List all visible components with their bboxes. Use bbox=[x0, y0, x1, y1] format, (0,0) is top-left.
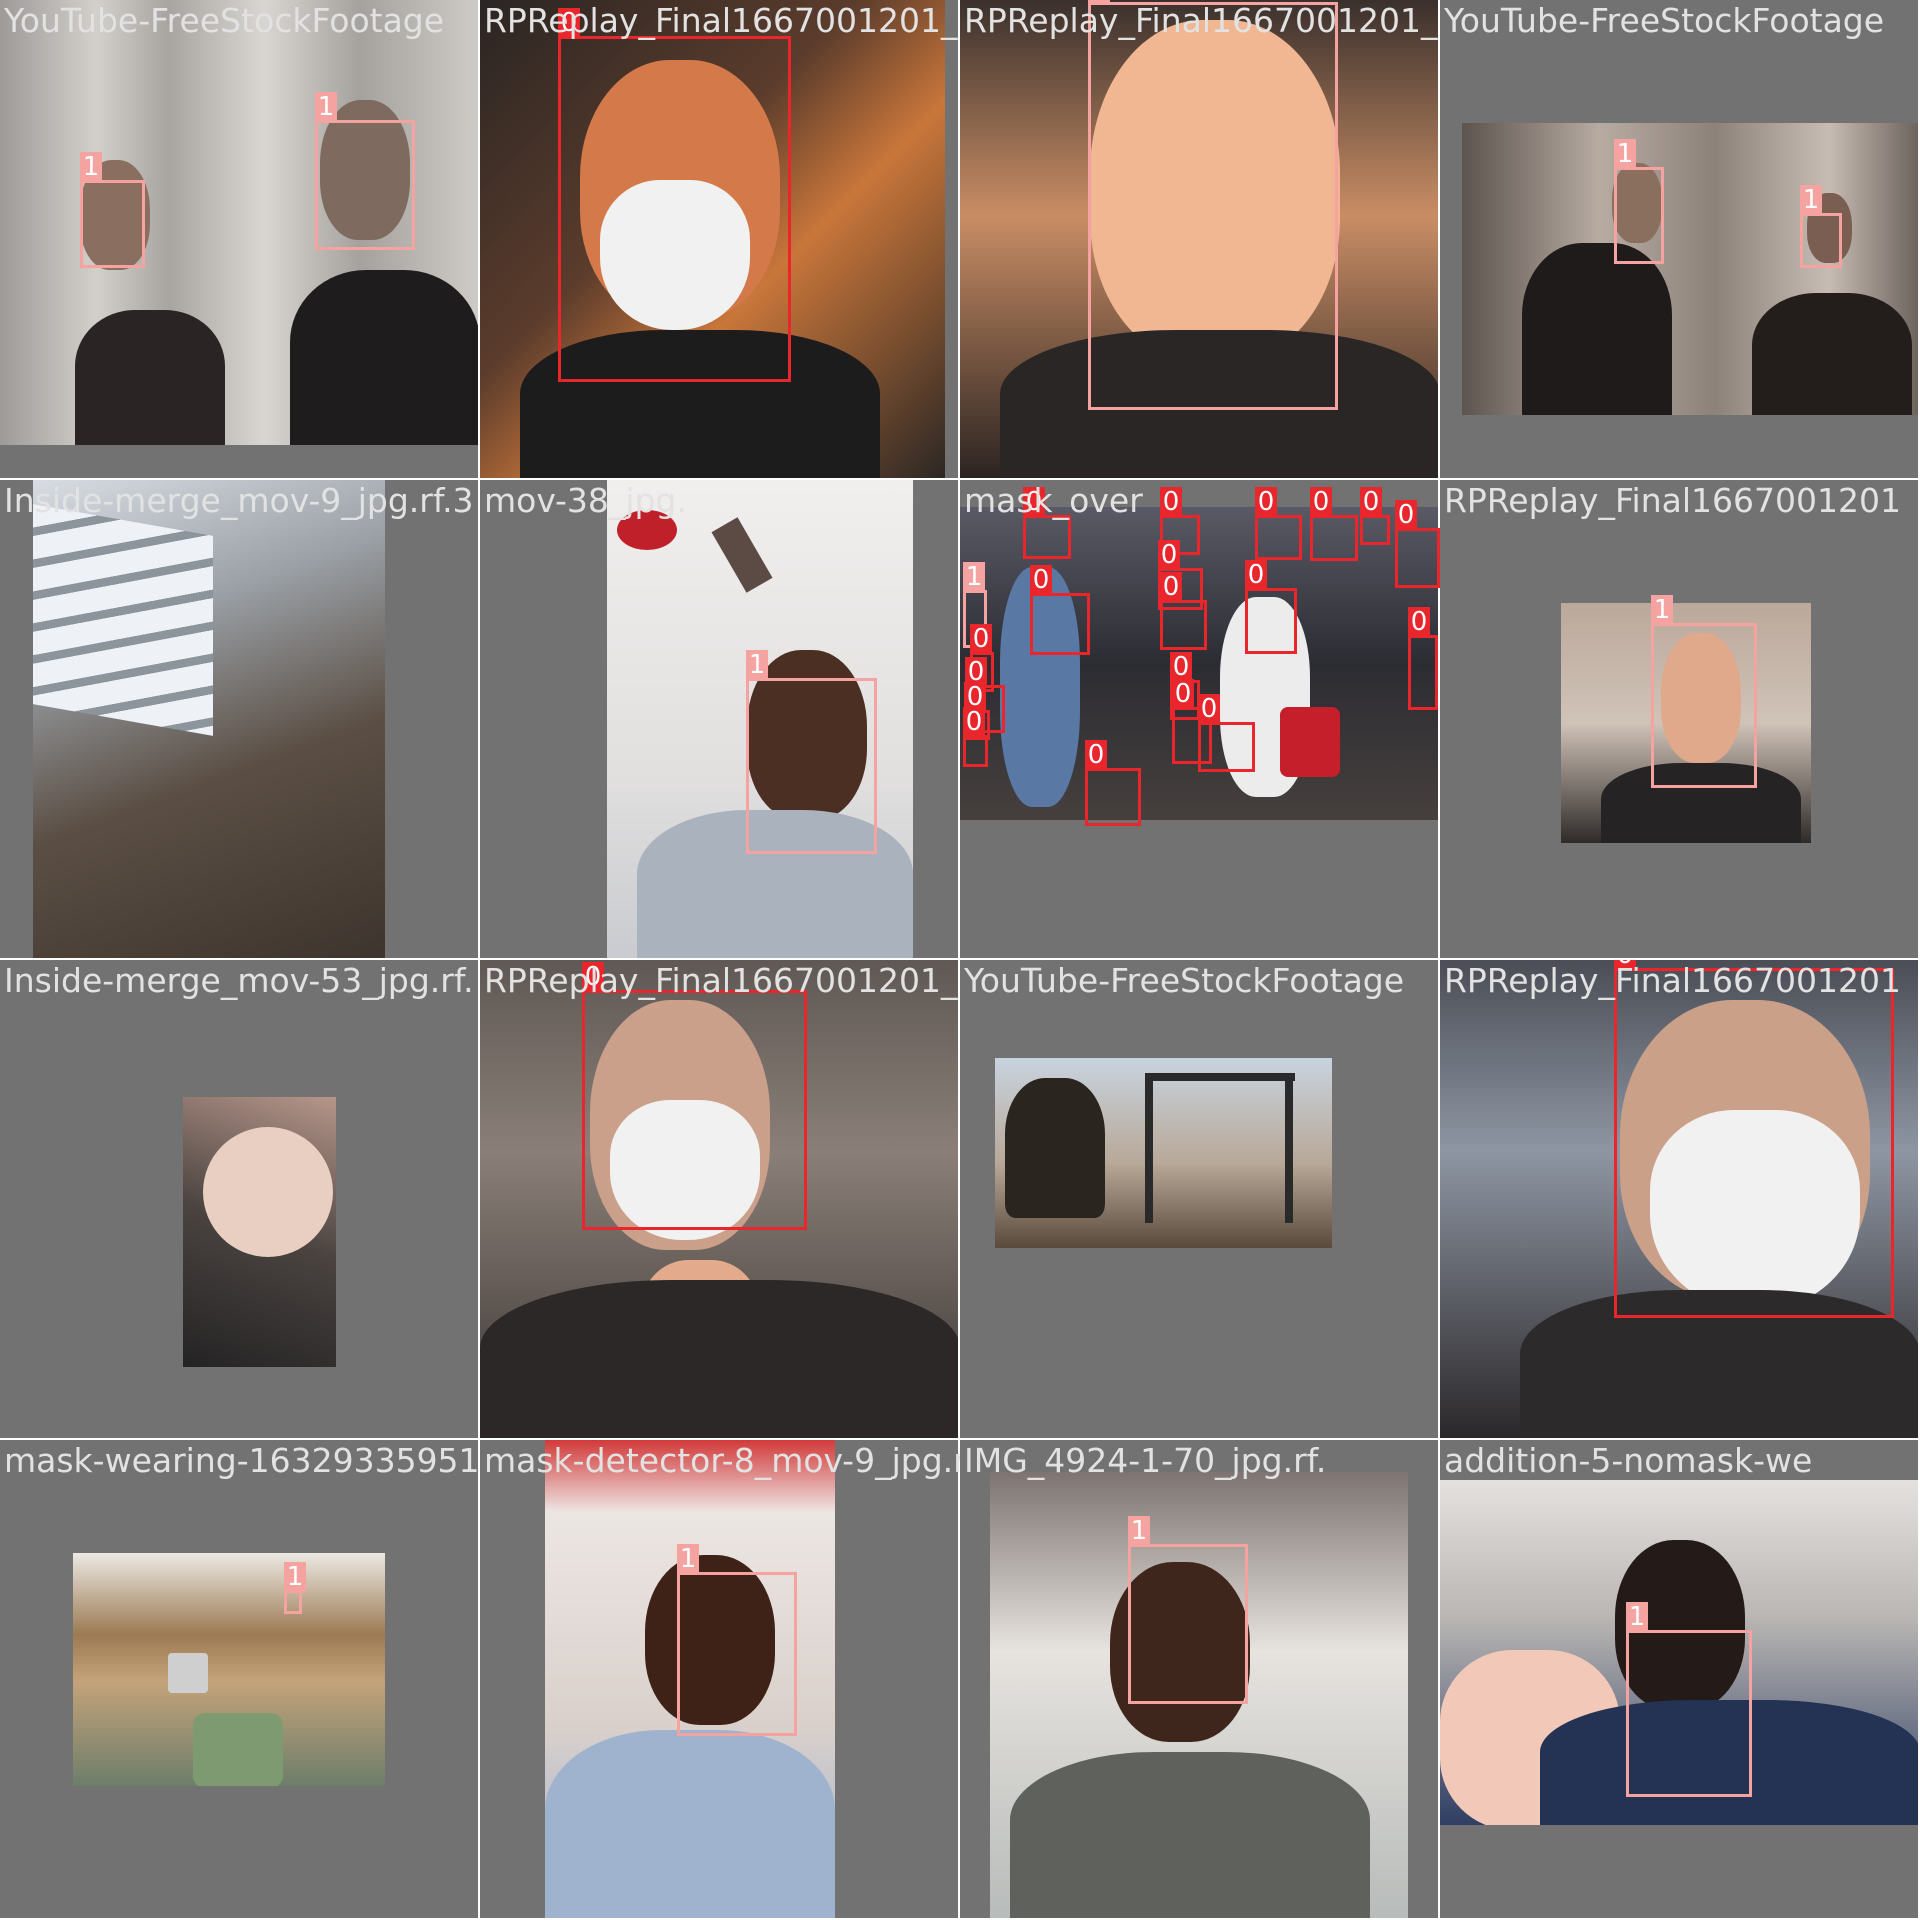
class-label: 1 bbox=[677, 1544, 699, 1574]
detection-box: 1 bbox=[1088, 0, 1338, 410]
detection-box: 0 bbox=[1310, 487, 1358, 561]
detection-box: 1 bbox=[746, 650, 877, 854]
class-label: 0 bbox=[1395, 500, 1417, 530]
photo-blurry-lamp bbox=[183, 1097, 336, 1367]
tile-caption: YouTube-FreeStockFootage bbox=[4, 1, 445, 40]
tile: RPReplay_Final1667001201_MP4-385_jpg 0 bbox=[480, 960, 960, 1440]
detection-box: 0 bbox=[1408, 607, 1438, 710]
class-label: 1 bbox=[284, 1562, 306, 1592]
tile: YouTube-FreeStockFootage 1 1 bbox=[0, 0, 480, 480]
detection-box: 1 bbox=[1800, 185, 1842, 268]
detection-box: 0 bbox=[1395, 500, 1440, 588]
tile: RPReplay_Final1667001201 0 bbox=[1440, 960, 1920, 1440]
detection-box: 1 bbox=[1614, 139, 1664, 264]
tile-caption: RPReplay_Final1667001201 bbox=[1444, 481, 1901, 520]
tile-caption: mask-detector-8_mov-9_jpg.rf. bbox=[484, 1441, 960, 1480]
tile-caption: IMG_4924-1-70_jpg.rf. bbox=[964, 1441, 1327, 1480]
photo-dancers-arms-up bbox=[1462, 123, 1920, 415]
tile: IMG_4924-1-70_jpg.rf. 1 bbox=[960, 1440, 1440, 1920]
detection-box: 1 bbox=[1128, 1516, 1248, 1704]
class-label: 1 bbox=[746, 650, 768, 680]
tile: mask_over 0 0 0 0 0 0 0 0 1 0 0 0 0 0 0 … bbox=[960, 480, 1440, 960]
tile-caption: RPReplay_Final1667001201_MP4- bbox=[964, 1, 1440, 40]
tile: addition-5-nomask-we 1 bbox=[1440, 1440, 1920, 1920]
detection-box: 0 bbox=[582, 962, 807, 1230]
detection-box: 0 bbox=[1030, 565, 1090, 655]
mosaic-grid: YouTube-FreeStockFootage 1 1 RPReplay_Fi… bbox=[0, 0, 1920, 1920]
detection-box: 1 bbox=[1651, 595, 1757, 788]
class-label: 0 bbox=[1310, 487, 1332, 517]
tile-caption: YouTube-FreeStockFootage bbox=[964, 961, 1405, 1000]
tile-caption: mask-wearing-1632933595158 bbox=[4, 1441, 480, 1480]
tile: Inside-merge_mov-53_jpg.rf. bbox=[0, 960, 480, 1440]
class-label: 1 bbox=[1614, 139, 1636, 169]
detection-box: 0 bbox=[1085, 740, 1141, 826]
class-label: 0 bbox=[1085, 740, 1107, 770]
tile: mov-38_jpg. 1 bbox=[480, 480, 960, 960]
class-label: 1 bbox=[1800, 185, 1822, 215]
class-label: 0 bbox=[1170, 652, 1192, 682]
tile-caption: Inside-merge_mov-53_jpg.rf. bbox=[4, 961, 474, 1000]
tile: RPReplay_Final1667001201 1 bbox=[1440, 480, 1920, 960]
tile: YouTube-FreeStockFootage 1 1 bbox=[1440, 0, 1920, 480]
tile: Inside-merge_mov-9_jpg.rf.3 bbox=[0, 480, 480, 960]
class-label: 0 bbox=[1160, 487, 1182, 517]
detection-box: 0 bbox=[963, 707, 988, 767]
detection-box: 1 bbox=[284, 1562, 306, 1614]
detection-box: 1 bbox=[1626, 1602, 1752, 1797]
tile-caption: YouTube-FreeStockFootage bbox=[1444, 1, 1885, 40]
photo-window-ceiling bbox=[33, 480, 385, 960]
detection-box: 0 bbox=[1360, 487, 1390, 545]
tile-caption: addition-5-nomask-we bbox=[1444, 1441, 1813, 1480]
tile-caption: mov-38_jpg. bbox=[484, 481, 687, 520]
class-label: 0 bbox=[1160, 572, 1182, 602]
tile: RPReplay_Final1667001201_MP4- 1 bbox=[960, 0, 1440, 480]
photo-office-room bbox=[73, 1553, 385, 1786]
tile: mask-detector-8_mov-9_jpg.rf. 1 bbox=[480, 1440, 960, 1920]
class-label: 0 bbox=[1158, 540, 1180, 570]
class-label: 1 bbox=[1651, 595, 1673, 625]
tile-caption: RPReplay_Final1667001201_MP4- bbox=[484, 1, 960, 40]
class-label: 1 bbox=[1626, 1602, 1648, 1632]
tile-caption: RPReplay_Final1667001201 bbox=[1444, 961, 1901, 1000]
class-label: 0 bbox=[970, 624, 992, 654]
class-label: 1 bbox=[80, 152, 102, 182]
class-label: 1 bbox=[1128, 1516, 1150, 1546]
tile-caption: mask_over bbox=[964, 481, 1143, 520]
detection-box: 0 bbox=[1245, 560, 1297, 654]
class-label: 0 bbox=[1255, 487, 1277, 517]
detection-box: 1 bbox=[80, 152, 145, 268]
class-label: 0 bbox=[963, 707, 985, 737]
tile-caption: Inside-merge_mov-9_jpg.rf.3 bbox=[4, 481, 474, 520]
photo-playground-swings bbox=[995, 1058, 1332, 1248]
detection-box: 0 bbox=[1614, 960, 1894, 1318]
detection-box: 0 bbox=[1255, 487, 1302, 560]
class-label: 0 bbox=[1408, 607, 1430, 637]
class-label: 0 bbox=[1030, 565, 1052, 595]
detection-box: 1 bbox=[677, 1544, 797, 1736]
detection-box: 0 bbox=[1160, 572, 1207, 650]
detection-box: 0 bbox=[558, 8, 791, 382]
class-label: 0 bbox=[1360, 487, 1382, 517]
class-label: 1 bbox=[315, 92, 337, 122]
tile: RPReplay_Final1667001201_MP4- 0 bbox=[480, 0, 960, 480]
tile: mask-wearing-1632933595158 1 bbox=[0, 1440, 480, 1920]
tile-caption: RPReplay_Final1667001201_MP4-385_jpg bbox=[484, 961, 960, 1000]
detection-box: 0 bbox=[1023, 487, 1071, 559]
detection-box: 0 bbox=[1198, 694, 1255, 772]
class-label: 0 bbox=[1198, 694, 1220, 724]
tile: YouTube-FreeStockFootage bbox=[960, 960, 1440, 1440]
detection-box: 1 bbox=[315, 92, 415, 250]
class-label: 0 bbox=[1172, 679, 1194, 709]
class-label: 1 bbox=[963, 562, 985, 592]
class-label: 0 bbox=[1245, 560, 1267, 590]
